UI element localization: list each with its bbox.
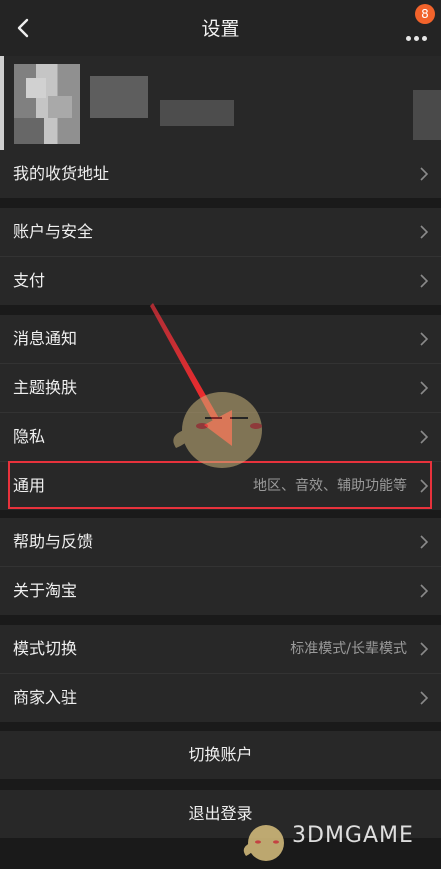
watermark-text: 3DMGAME bbox=[292, 823, 414, 848]
mascot-watermark-icon bbox=[173, 392, 262, 468]
logo-mascot-icon bbox=[243, 825, 284, 861]
annotation-overlay bbox=[150, 303, 284, 861]
